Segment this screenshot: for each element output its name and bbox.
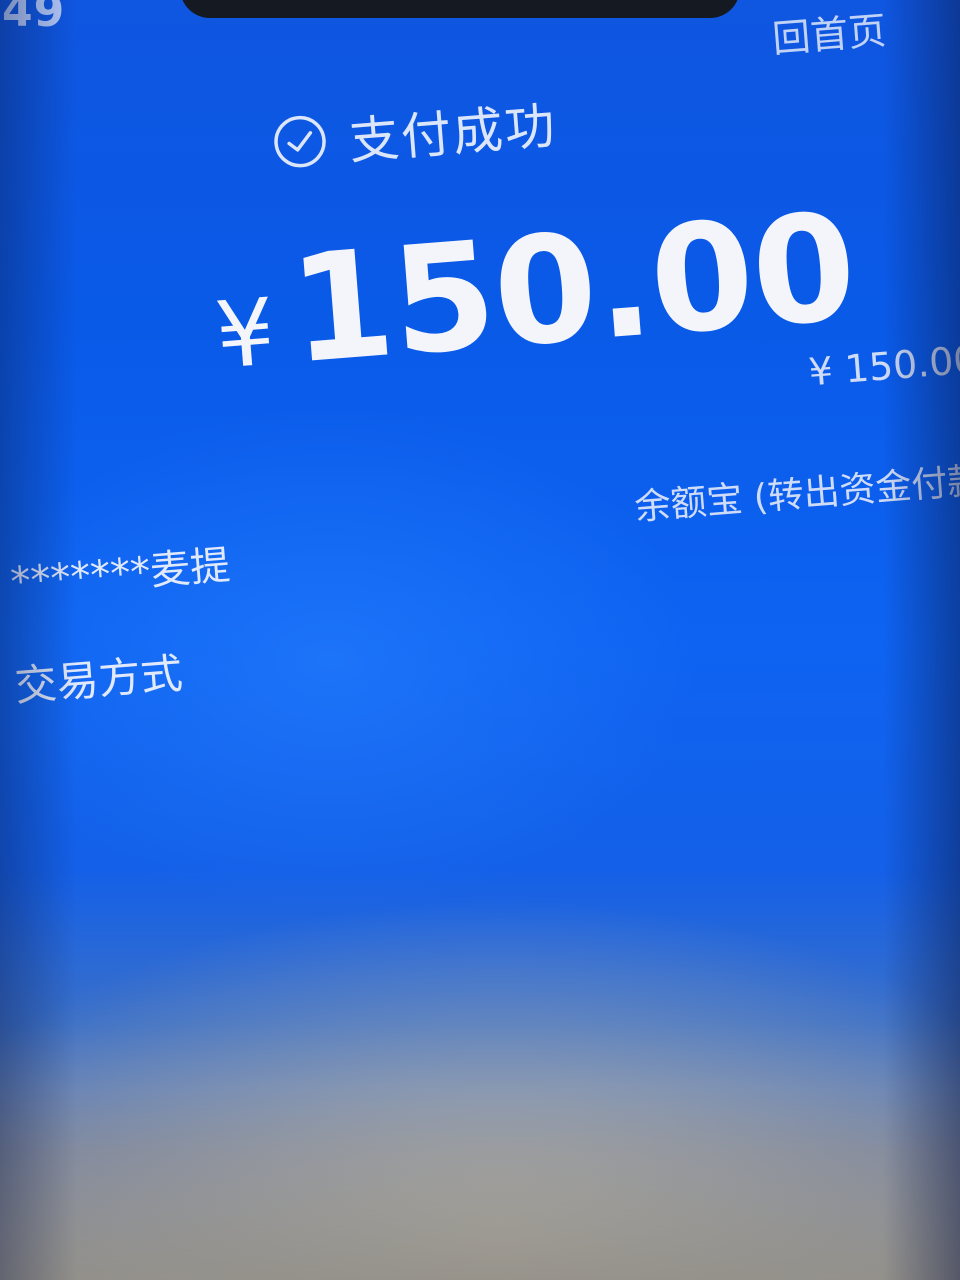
- payment-result-screen: 回首页 支付成功 ¥ 150.00 ¥ 150.00 *******麦提 余额宝…: [0, 0, 960, 1280]
- payment-method: 余额宝 (转出资金付款): [633, 459, 960, 529]
- payment-amount: ¥ 150.00: [208, 181, 861, 403]
- merchant-name: *******麦提: [8, 542, 232, 606]
- currency-symbol: ¥: [211, 278, 279, 390]
- home-button[interactable]: 回首页: [770, 0, 888, 63]
- payment-status: 支付成功: [270, 86, 559, 180]
- payment-success-text: 支付成功: [346, 96, 559, 171]
- photo-background: 49 回首页 支付成功 ¥ 150.00 ¥ 150.00 *******麦提 …: [0, 0, 960, 1280]
- trade-method-label: 交易方式: [12, 648, 185, 711]
- check-circle-icon: [274, 115, 326, 168]
- amount-value: 150.00: [284, 180, 861, 397]
